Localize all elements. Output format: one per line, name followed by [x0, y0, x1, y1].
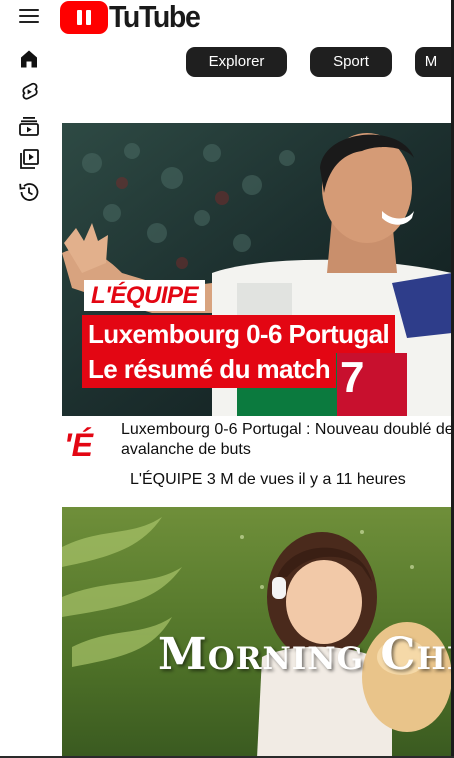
home-icon[interactable]	[17, 47, 41, 71]
chip-sport[interactable]: Sport	[310, 47, 392, 77]
play-logo-icon	[60, 0, 108, 34]
video-title-line-1: Luxembourg 0-6 Portugal : Nouveau doublé…	[121, 421, 452, 438]
thumbnail-overlay-text: Morning Chill Vib	[158, 629, 452, 680]
app-frame: TuTube Explorer Sport M L'ÉQUIPE Luxembo…	[0, 0, 454, 758]
library-icon[interactable]	[17, 147, 41, 171]
logo[interactable]: TuTube	[60, 0, 207, 34]
history-icon[interactable]	[17, 180, 41, 204]
video-title-line-2: avalanche de buts	[121, 441, 251, 458]
subscriptions-icon[interactable]	[17, 114, 41, 138]
chip-explorer[interactable]: Explorer	[186, 47, 287, 77]
hamburger-menu-icon[interactable]	[16, 4, 42, 28]
shorts-icon[interactable]	[17, 80, 41, 104]
jersey-number: 7	[340, 353, 365, 402]
video-title[interactable]: Luxembourg 0-6 Portugal : Nouveau doublé…	[121, 420, 452, 460]
thumbnail-headline-2: Le résumé du match	[82, 350, 337, 388]
video-thumbnail[interactable]: L'ÉQUIPE Luxembourg 0-6 Portugal Le résu…	[62, 123, 452, 416]
video-meta: L'ÉQUIPE 3 M de vues il y a 11 heures	[130, 471, 406, 488]
video-thumbnail-2[interactable]: Morning Chill Vib	[62, 507, 452, 758]
chip-more[interactable]: M	[415, 47, 454, 77]
channel-avatar[interactable]: 'É	[64, 425, 104, 465]
logo-text: TuTube	[109, 0, 201, 34]
equipe-brand-tag: L'ÉQUIPE	[84, 280, 206, 311]
